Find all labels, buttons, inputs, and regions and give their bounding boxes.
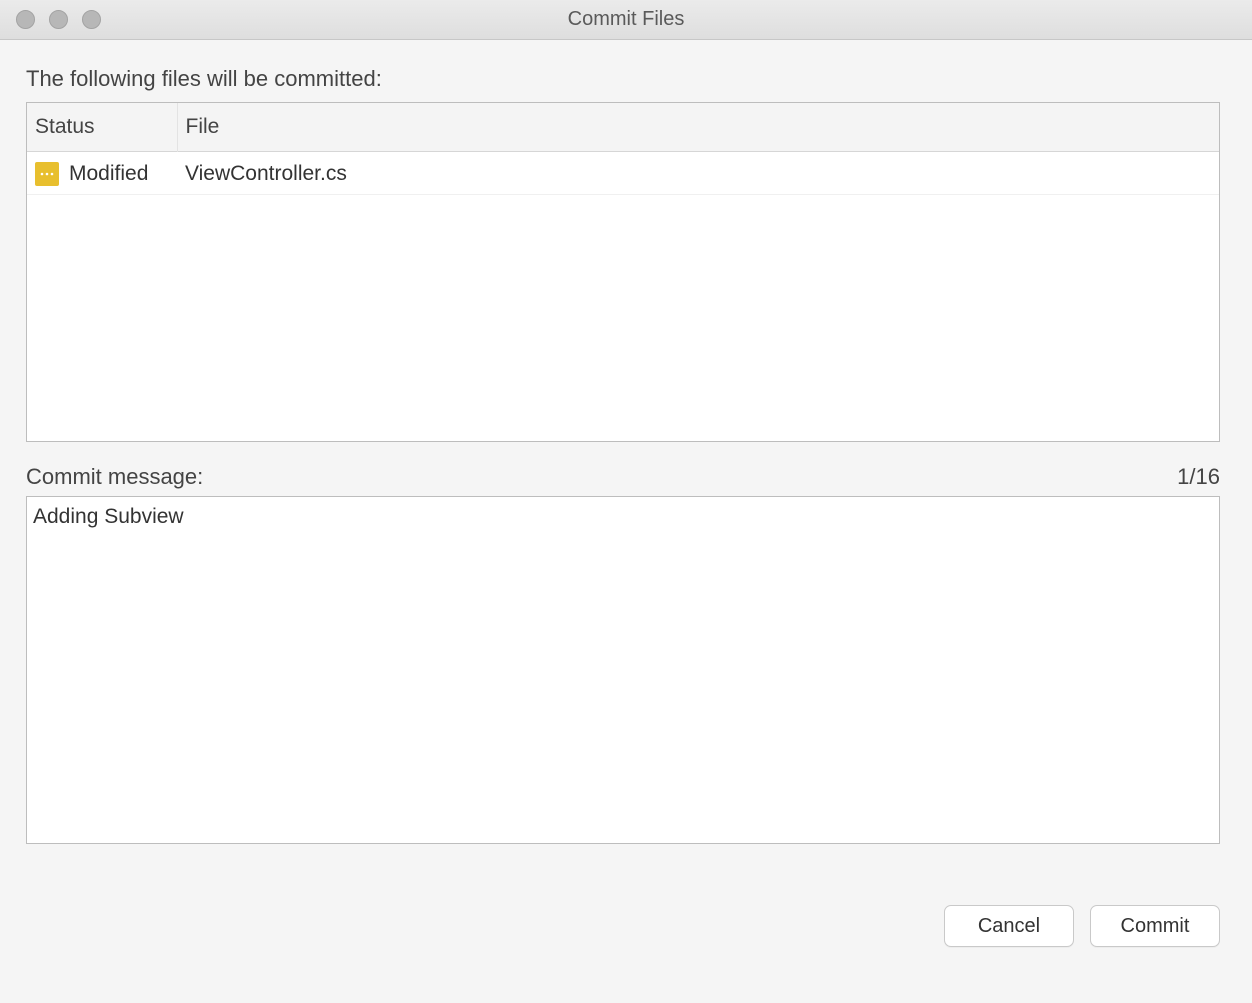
commit-message-input[interactable]: Adding Subview [26, 496, 1220, 844]
column-header-status[interactable]: Status [27, 103, 177, 152]
table-header-row: Status File [27, 103, 1219, 152]
file-list[interactable]: Status File [26, 102, 1220, 442]
window-title: Commit Files [0, 8, 1252, 31]
column-header-file[interactable]: File [177, 103, 1219, 152]
commit-button[interactable]: Commit [1090, 905, 1220, 947]
window-controls [0, 10, 101, 29]
files-header-label: The following files will be committed: [26, 66, 1220, 92]
row-status-text: Modified [69, 162, 148, 186]
table-row[interactable]: Modified ViewController.cs [27, 152, 1219, 195]
close-window-icon[interactable] [16, 10, 35, 29]
modified-icon [35, 162, 59, 186]
row-file-text: ViewController.cs [177, 152, 1219, 195]
commit-message-counter: 1/16 [1177, 464, 1220, 490]
titlebar: Commit Files [0, 0, 1252, 40]
zoom-window-icon[interactable] [82, 10, 101, 29]
minimize-window-icon[interactable] [49, 10, 68, 29]
button-row: Cancel Commit [26, 905, 1220, 947]
file-table: Status File [27, 103, 1219, 195]
cancel-button[interactable]: Cancel [944, 905, 1074, 947]
dialog-content: The following files will be committed: S… [0, 40, 1252, 967]
commit-message-label: Commit message: [26, 464, 203, 490]
